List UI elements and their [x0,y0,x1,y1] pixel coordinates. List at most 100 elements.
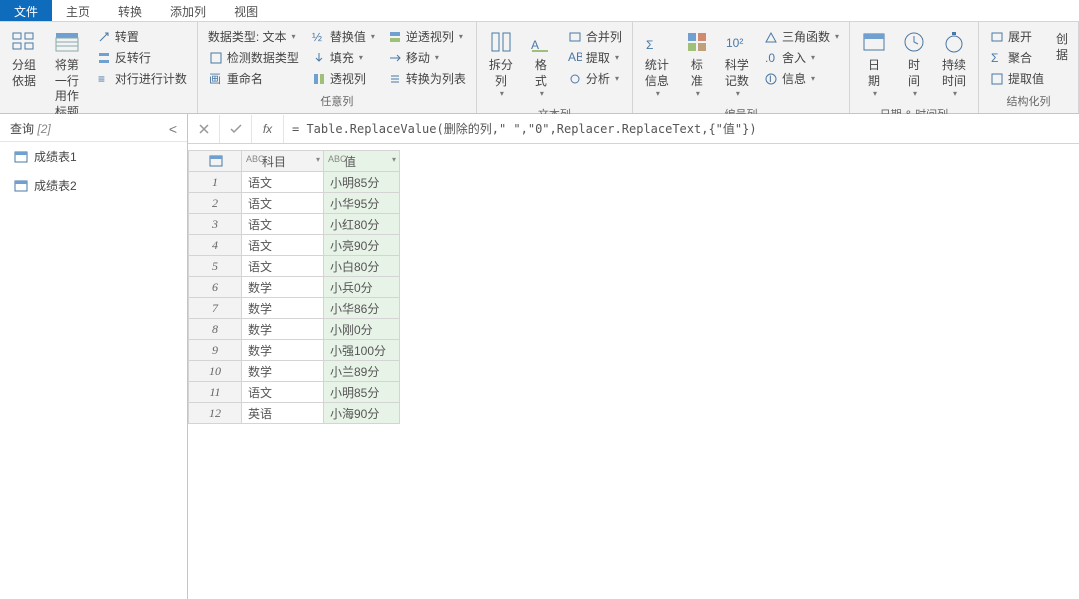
time-button[interactable]: 时 间 [894,24,934,104]
extract-values-button[interactable]: 提取值 [985,68,1048,89]
table-row[interactable]: 5语文小白80分 [189,256,400,277]
fill-button[interactable]: 填充 [307,47,379,68]
column-header-value[interactable]: ABC 值 ▾ [324,151,400,172]
table-row[interactable]: 7数学小华86分 [189,298,400,319]
split-column-button[interactable]: 拆分 列 [481,24,521,104]
unpivot-button[interactable]: 逆透视列 [383,26,470,47]
tab-view[interactable]: 视图 [220,0,272,21]
cell-subject[interactable]: 数学 [242,277,324,298]
create-data-button[interactable]: 创 据 [1050,24,1074,67]
cell-subject[interactable]: 语文 [242,193,324,214]
cell-value[interactable]: 小海90分 [324,403,400,424]
cell-value[interactable]: 小红80分 [324,214,400,235]
reverse-rows-button[interactable]: 反转行 [92,47,191,68]
scientific-button[interactable]: 10² 科学 记数 [717,24,757,104]
to-list-button[interactable]: 转换为列表 [383,68,470,89]
table-row[interactable]: 3语文小红80分 [189,214,400,235]
cell-subject[interactable]: 语文 [242,256,324,277]
to-list-label: 转换为列表 [406,70,466,87]
table-corner[interactable] [189,151,242,172]
expand-button[interactable]: 展开 [985,26,1048,47]
table-row[interactable]: 9数学小强100分 [189,340,400,361]
row-number: 10 [189,361,242,382]
query-item[interactable]: 成绩表1 [0,142,187,171]
detect-type-button[interactable]: 检测数据类型 [204,47,303,68]
extract-icon: ABC [567,51,583,65]
extract-values-icon [989,72,1005,86]
tab-file[interactable]: 文件 [0,0,52,21]
info-button[interactable]: i 信息 [759,68,843,89]
table-row[interactable]: 4语文小亮90分 [189,235,400,256]
extract-button[interactable]: ABC 提取 [563,47,626,68]
table-row[interactable]: 6数学小兵0分 [189,277,400,298]
count-rows-button[interactable]: ≡ 对行进行计数 [92,68,191,89]
round-button[interactable]: .0 舍入 [759,47,843,68]
cell-subject[interactable]: 数学 [242,319,324,340]
query-pane: 查询 [2] < 成绩表1成绩表2 [0,114,188,599]
cell-value[interactable]: 小明85分 [324,172,400,193]
cell-subject[interactable]: 语文 [242,382,324,403]
filter-subject-button[interactable]: ▾ [316,155,320,164]
cell-value[interactable]: 小亮90分 [324,235,400,256]
cell-value[interactable]: 小兵0分 [324,277,400,298]
cell-value[interactable]: 小刚0分 [324,319,400,340]
aggregate-button[interactable]: Σ 聚合 [985,47,1048,68]
stats-button[interactable]: Σ 统计 信息 [637,24,677,104]
format-button[interactable]: A 格 式 [521,24,561,104]
group-by-button[interactable]: 分组 依据 [4,24,44,93]
cell-value[interactable]: 小华86分 [324,298,400,319]
table-row[interactable]: 2语文小华95分 [189,193,400,214]
cell-subject[interactable]: 语文 [242,172,324,193]
cell-subject[interactable]: 英语 [242,403,324,424]
pivot-button[interactable]: 透视列 [307,68,379,89]
transpose-button[interactable]: 转置 [92,26,191,47]
accept-formula-button[interactable] [220,115,252,143]
merge-columns-button[interactable]: 合并列 [563,26,626,47]
table-row[interactable]: 12英语小海90分 [189,403,400,424]
cell-value[interactable]: 小强100分 [324,340,400,361]
count-rows-label: 对行进行计数 [115,70,187,87]
table-row[interactable]: 10数学小兰89分 [189,361,400,382]
data-type-button[interactable]: 数据类型: 文本 [204,26,303,47]
type-text-icon: ABC [328,154,347,164]
fx-button[interactable]: fx [252,115,284,143]
table-icon [14,151,28,163]
tab-home[interactable]: 主页 [52,0,104,21]
trig-button[interactable]: 三角函数 [759,26,843,47]
collapse-query-pane-button[interactable]: < [169,121,177,137]
cell-subject[interactable]: 数学 [242,361,324,382]
table-row[interactable]: 8数学小刚0分 [189,319,400,340]
query-item[interactable]: 成绩表2 [0,171,187,200]
standard-button[interactable]: 标 准 [677,24,717,104]
column-header-subject[interactable]: ABC 科目 ▾ [242,151,324,172]
row-number: 3 [189,214,242,235]
cell-value[interactable]: 小白80分 [324,256,400,277]
cell-value[interactable]: 小华95分 [324,193,400,214]
cell-value[interactable]: 小明85分 [324,382,400,403]
table-row[interactable]: 11语文小明85分 [189,382,400,403]
pivot-icon [311,72,327,86]
cell-subject[interactable]: 数学 [242,340,324,361]
cell-value[interactable]: 小兰89分 [324,361,400,382]
rename-button[interactable]: 画 重命名 [204,68,303,89]
cell-subject[interactable]: 语文 [242,235,324,256]
info-icon: i [763,72,779,86]
date-button[interactable]: 日 期 [854,24,894,104]
replace-values-icon: ½ [311,30,327,44]
type-text-icon: ABC [246,154,265,164]
cell-subject[interactable]: 数学 [242,298,324,319]
tab-add-column[interactable]: 添加列 [156,0,220,21]
cell-subject[interactable]: 语文 [242,214,324,235]
tab-transform[interactable]: 转换 [104,0,156,21]
table-row[interactable]: 1语文小明85分 [189,172,400,193]
parse-button[interactable]: 分析 [563,68,626,89]
merge-icon [567,30,583,44]
replace-values-button[interactable]: ½ 替换值 [307,26,379,47]
cancel-formula-button[interactable] [188,115,220,143]
rename-icon: 画 [208,72,224,86]
formula-input[interactable]: = Table.ReplaceValue(删除的列," ","0",Replac… [284,120,1079,137]
duration-button[interactable]: 持续 时间 [934,24,974,104]
transpose-icon [96,30,112,44]
move-button[interactable]: 移动 [383,47,470,68]
filter-value-button[interactable]: ▾ [392,155,396,164]
